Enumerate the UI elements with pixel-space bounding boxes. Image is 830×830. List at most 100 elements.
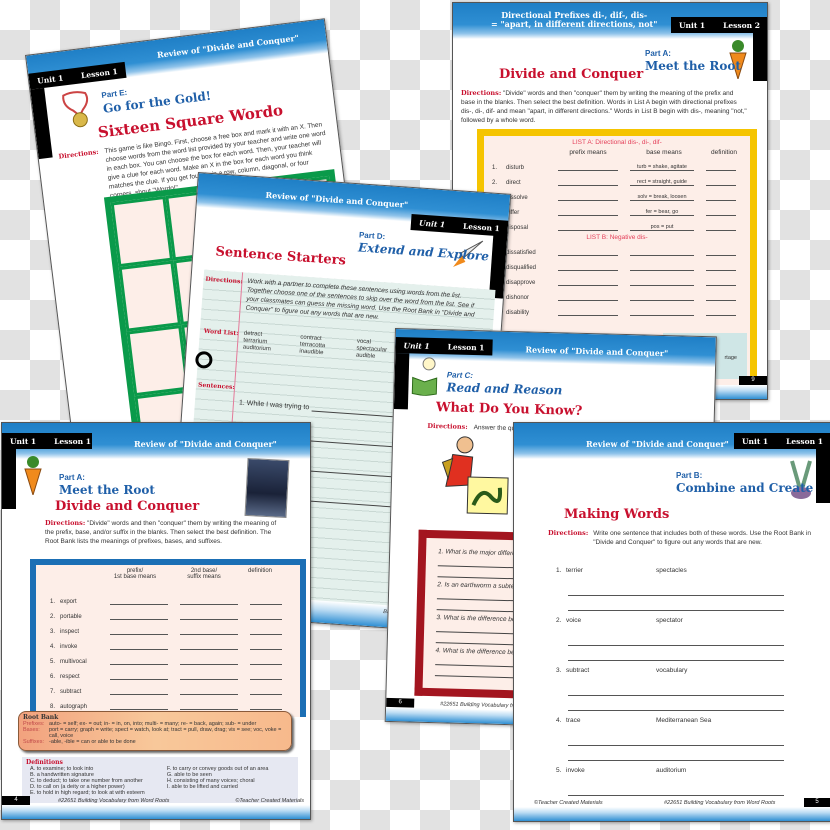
row-word: disability (506, 310, 530, 316)
definition-blank[interactable] (250, 687, 282, 695)
prefix-blank[interactable] (110, 612, 168, 620)
base-blank[interactable] (180, 657, 238, 665)
row-word: multivocal (60, 659, 87, 665)
base-blank[interactable] (630, 270, 694, 271)
prefix-blank[interactable] (110, 597, 168, 605)
grid-cell[interactable] (110, 195, 174, 268)
prefix-blank[interactable] (110, 702, 168, 710)
definition-blank[interactable] (250, 612, 282, 620)
prefix-blank[interactable] (110, 642, 168, 650)
answer-line[interactable] (568, 696, 784, 711)
sidebar-bar (753, 33, 767, 81)
definition-blank[interactable] (250, 657, 282, 665)
row-word: disapprove (506, 280, 536, 286)
base-blank[interactable] (180, 597, 238, 605)
answer-line[interactable] (568, 746, 784, 761)
table-row: 4. invoke (36, 635, 300, 650)
prefix-blank[interactable] (110, 627, 168, 635)
sidebar-bar (2, 449, 16, 509)
answer-line[interactable] (568, 579, 784, 596)
answer-line[interactable] (568, 646, 784, 661)
prefix-blank[interactable] (558, 278, 618, 286)
word-pair: 2. voice spectator (556, 617, 796, 629)
word-pair: 1. terrier spectacles (556, 567, 796, 579)
definition-blank[interactable] (706, 248, 736, 256)
prefix-blank[interactable] (558, 263, 618, 271)
word-list: detract contract vocal terrarium terracotta s… (243, 331, 414, 363)
lesson-label: Lesson 1 (462, 221, 501, 233)
prefix-blank[interactable] (558, 248, 618, 256)
definition-blank[interactable] (706, 163, 736, 171)
prefix-blank[interactable] (558, 293, 618, 301)
table-row: 5. multivocal (36, 650, 300, 665)
grid-cell[interactable] (126, 324, 189, 397)
prefix-blank[interactable] (558, 208, 618, 216)
footer-center: #22651 Building Vocabulary from Word Roo… (58, 798, 170, 804)
definition-blank[interactable] (706, 193, 736, 201)
word-one: invoke (566, 767, 585, 774)
answer-line[interactable] (568, 779, 784, 796)
sidebar-bar (30, 87, 53, 160)
definition-blank[interactable] (250, 672, 282, 680)
root-bank: Root Bank Prefixes: auto- = self; ex- = … (18, 711, 292, 751)
row-number: 1. (50, 599, 56, 605)
base-blank[interactable] (180, 627, 238, 635)
prefix-blank[interactable] (558, 193, 618, 201)
row-number: 2. (492, 180, 498, 186)
definition-blank[interactable] (706, 178, 736, 186)
base-blank[interactable] (630, 315, 694, 316)
table-row: 3.dissolvesolv = break, loosen (484, 186, 750, 201)
definition-blank[interactable] (250, 702, 282, 710)
directions-text: Write one sentence that includes both of… (593, 530, 811, 546)
definition-blank[interactable] (706, 308, 736, 316)
prefix-blank[interactable] (558, 163, 618, 171)
page-footer (2, 805, 310, 819)
list-b-heading: LIST B: Negative dis- (586, 234, 648, 241)
answer-line[interactable] (568, 596, 784, 611)
definition-blank[interactable] (706, 263, 736, 271)
definition-blank[interactable] (250, 627, 282, 635)
col-definition: definition (710, 149, 738, 156)
word-two: auditorium (656, 767, 687, 774)
prefix-blank[interactable] (110, 687, 168, 695)
definition-blank[interactable] (250, 642, 282, 650)
footer-right: ©Teacher Created Materials (235, 798, 304, 804)
prefix-blank[interactable] (110, 672, 168, 680)
header-title: Review of "Divide and Conquer" (134, 439, 277, 449)
answer-line[interactable] (568, 729, 784, 746)
answer-line[interactable] (568, 629, 784, 646)
column-headers: prefix means base means definition (484, 146, 750, 156)
base-blank: pos = put (630, 224, 694, 231)
unit-lesson-badge: Unit 1 Lesson 1 (2, 433, 92, 449)
base-blank[interactable] (180, 612, 238, 620)
row-number: 1. (492, 165, 498, 171)
base-blank[interactable] (180, 702, 238, 710)
row-word: disqualified (506, 265, 537, 271)
base-blank[interactable] (180, 642, 238, 650)
base-blank[interactable] (180, 672, 238, 680)
unit-lesson-badge: Unit 1 Lesson 1 (395, 337, 493, 356)
row-word: portable (60, 614, 82, 620)
table-row: 1. export (36, 590, 300, 605)
definition-blank[interactable] (706, 223, 736, 231)
base-blank[interactable] (630, 285, 694, 286)
base-blank[interactable] (180, 687, 238, 695)
base-blank[interactable] (630, 300, 694, 301)
definition-blank[interactable] (250, 597, 282, 605)
lesson-label: Lesson 2 (723, 20, 760, 30)
definition-blank[interactable] (706, 278, 736, 286)
definition-blank[interactable] (706, 208, 736, 216)
base-blank: solv = break, loosen (630, 194, 694, 201)
prefix-blank[interactable] (558, 178, 618, 186)
col-base: 2nd base/ suffix means (187, 568, 221, 580)
footer-center: #22651 Building Vocabulary from Word Roo… (664, 800, 776, 806)
prefix-blank[interactable] (110, 657, 168, 665)
row-word: dissatisfied (506, 250, 536, 256)
answer-line[interactable] (568, 679, 784, 696)
word-pair: 4. trace Mediterranean Sea (556, 717, 796, 729)
definition-blank[interactable] (706, 293, 736, 301)
prefix-blank[interactable] (558, 223, 618, 231)
base-blank[interactable] (630, 255, 694, 256)
prefix-blank[interactable] (558, 308, 618, 316)
grid-cell[interactable] (118, 260, 182, 332)
